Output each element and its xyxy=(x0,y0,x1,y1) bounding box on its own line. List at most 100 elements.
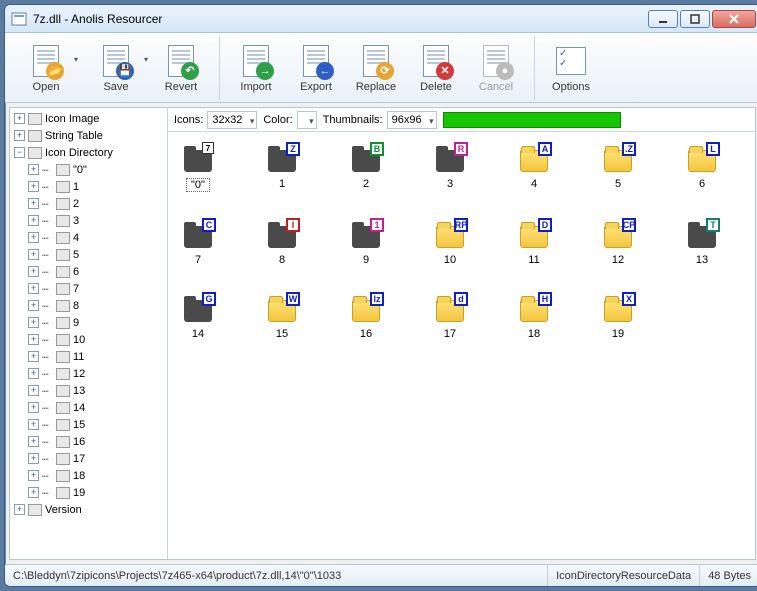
tree-node[interactable]: +┈6 xyxy=(10,263,167,280)
minimize-button[interactable] xyxy=(648,10,678,28)
resource-icon xyxy=(56,385,70,397)
expand-toggle[interactable]: + xyxy=(28,215,39,226)
icon-item[interactable]: lz16 xyxy=(346,294,386,340)
expand-toggle[interactable]: + xyxy=(28,249,39,260)
tree-node[interactable]: +┈7 xyxy=(10,280,167,297)
tree-node-label: Version xyxy=(45,504,82,516)
expand-toggle[interactable]: + xyxy=(28,453,39,464)
icon-thumbnail: T xyxy=(686,220,718,250)
expand-toggle[interactable]: + xyxy=(28,419,39,430)
tree-node[interactable]: + Version xyxy=(10,501,167,518)
icon-item[interactable]: R3 xyxy=(430,144,470,192)
expand-toggle[interactable]: + xyxy=(28,300,39,311)
revert-icon: ↶ xyxy=(163,43,199,79)
icon-item[interactable]: d17 xyxy=(430,294,470,340)
tree-node[interactable]: +┈2 xyxy=(10,195,167,212)
icon-item[interactable]: Z1 xyxy=(262,144,302,192)
color-select[interactable] xyxy=(297,111,317,129)
expand-toggle[interactable]: + xyxy=(28,181,39,192)
expand-toggle[interactable]: + xyxy=(14,113,25,124)
icon-item[interactable]: C7 xyxy=(178,220,218,266)
options-button[interactable]: Options xyxy=(541,36,601,100)
tree-node[interactable]: +┈15 xyxy=(10,416,167,433)
tree-node[interactable]: +┈3 xyxy=(10,212,167,229)
tree-node[interactable]: +Icon Image xyxy=(10,110,167,127)
expand-toggle[interactable]: + xyxy=(28,198,39,209)
export-button[interactable]: ← Export xyxy=(286,36,346,100)
close-button[interactable] xyxy=(712,10,756,28)
tree-node-label: 10 xyxy=(73,334,85,346)
expand-toggle[interactable]: + xyxy=(14,130,25,141)
icons-size-select[interactable]: 32x32 xyxy=(207,111,257,129)
tree-node[interactable]: +┈"0" xyxy=(10,161,167,178)
resource-tree[interactable]: +Icon Image+String Table−Icon Directory+… xyxy=(10,108,168,559)
save-button[interactable]: 💾 Save▾ xyxy=(81,36,151,100)
icon-item[interactable]: I8 xyxy=(262,220,302,266)
icon-item[interactable]: W15 xyxy=(262,294,302,340)
expand-toggle[interactable]: + xyxy=(28,232,39,243)
tree-node[interactable]: +┈1 xyxy=(10,178,167,195)
icon-item[interactable]: 7"0" xyxy=(178,144,218,192)
icon-thumbnail: lz xyxy=(350,294,382,324)
icon-item[interactable]: G14 xyxy=(178,294,218,340)
icon-item[interactable]: T13 xyxy=(682,220,722,266)
replace-button[interactable]: ⟳ Replace xyxy=(346,36,406,100)
icon-badge: L xyxy=(706,142,720,156)
tree-node[interactable]: +┈14 xyxy=(10,399,167,416)
expand-toggle[interactable]: + xyxy=(28,368,39,379)
icon-item[interactable]: .Z5 xyxy=(598,144,638,192)
expand-toggle[interactable]: + xyxy=(28,164,39,175)
icon-item[interactable]: D11 xyxy=(514,220,554,266)
icon-badge: T xyxy=(706,218,720,232)
icon-item[interactable]: CP12 xyxy=(598,220,638,266)
icon-item[interactable]: L6 xyxy=(682,144,722,192)
icon-item[interactable]: X19 xyxy=(598,294,638,340)
icon-item[interactable]: A4 xyxy=(514,144,554,192)
main-panel: Icons: 32x32 Color: Thumbnails: 96x96 7"… xyxy=(168,108,755,559)
expand-toggle[interactable]: + xyxy=(28,402,39,413)
tree-node[interactable]: +┈11 xyxy=(10,348,167,365)
tree-node[interactable]: +┈19 xyxy=(10,484,167,501)
open-button[interactable]: 📂 Open▾ xyxy=(11,36,81,100)
tree-node[interactable]: +┈8 xyxy=(10,297,167,314)
titlebar: 7z.dll - Anolis Resourcer xyxy=(5,5,757,33)
icon-caption: 8 xyxy=(279,254,285,266)
revert-button[interactable]: ↶ Revert xyxy=(151,36,211,100)
icon-item[interactable]: RP10 xyxy=(430,220,470,266)
expand-toggle[interactable]: + xyxy=(28,351,39,362)
tree-node[interactable]: −Icon Directory xyxy=(10,144,167,161)
icon-item[interactable]: 19 xyxy=(346,220,386,266)
tree-node[interactable]: +┈5 xyxy=(10,246,167,263)
dash-icon: ┈ xyxy=(42,300,53,311)
tree-node[interactable]: +String Table xyxy=(10,127,167,144)
thumbnails-size-select[interactable]: 96x96 xyxy=(387,111,437,129)
expand-toggle[interactable]: + xyxy=(28,385,39,396)
tree-node[interactable]: +┈10 xyxy=(10,331,167,348)
icon-badge: B xyxy=(370,142,384,156)
icon-item[interactable]: H18 xyxy=(514,294,554,340)
tree-node[interactable]: +┈13 xyxy=(10,382,167,399)
expand-toggle[interactable]: + xyxy=(14,504,25,515)
expand-toggle[interactable]: + xyxy=(28,266,39,277)
app-window: 7z.dll - Anolis Resourcer 📂 Open▾ 💾 Save… xyxy=(4,4,757,587)
tree-node[interactable]: +┈17 xyxy=(10,450,167,467)
dash-icon: ┈ xyxy=(42,215,53,226)
tree-node[interactable]: +┈4 xyxy=(10,229,167,246)
delete-button[interactable]: ✕ Delete xyxy=(406,36,466,100)
color-preview-bar[interactable] xyxy=(443,112,621,128)
expand-toggle[interactable]: + xyxy=(28,470,39,481)
tree-node[interactable]: +┈12 xyxy=(10,365,167,382)
expand-toggle[interactable]: + xyxy=(28,283,39,294)
tree-node[interactable]: +┈16 xyxy=(10,433,167,450)
icon-thumbnail: D xyxy=(518,220,550,250)
expand-toggle[interactable]: + xyxy=(28,487,39,498)
expand-toggle[interactable]: − xyxy=(14,147,25,158)
icon-item[interactable]: B2 xyxy=(346,144,386,192)
tree-node[interactable]: +┈9 xyxy=(10,314,167,331)
maximize-button[interactable] xyxy=(680,10,710,28)
tree-node[interactable]: +┈18 xyxy=(10,467,167,484)
import-button[interactable]: → Import xyxy=(226,36,286,100)
expand-toggle[interactable]: + xyxy=(28,317,39,328)
expand-toggle[interactable]: + xyxy=(28,334,39,345)
expand-toggle[interactable]: + xyxy=(28,436,39,447)
